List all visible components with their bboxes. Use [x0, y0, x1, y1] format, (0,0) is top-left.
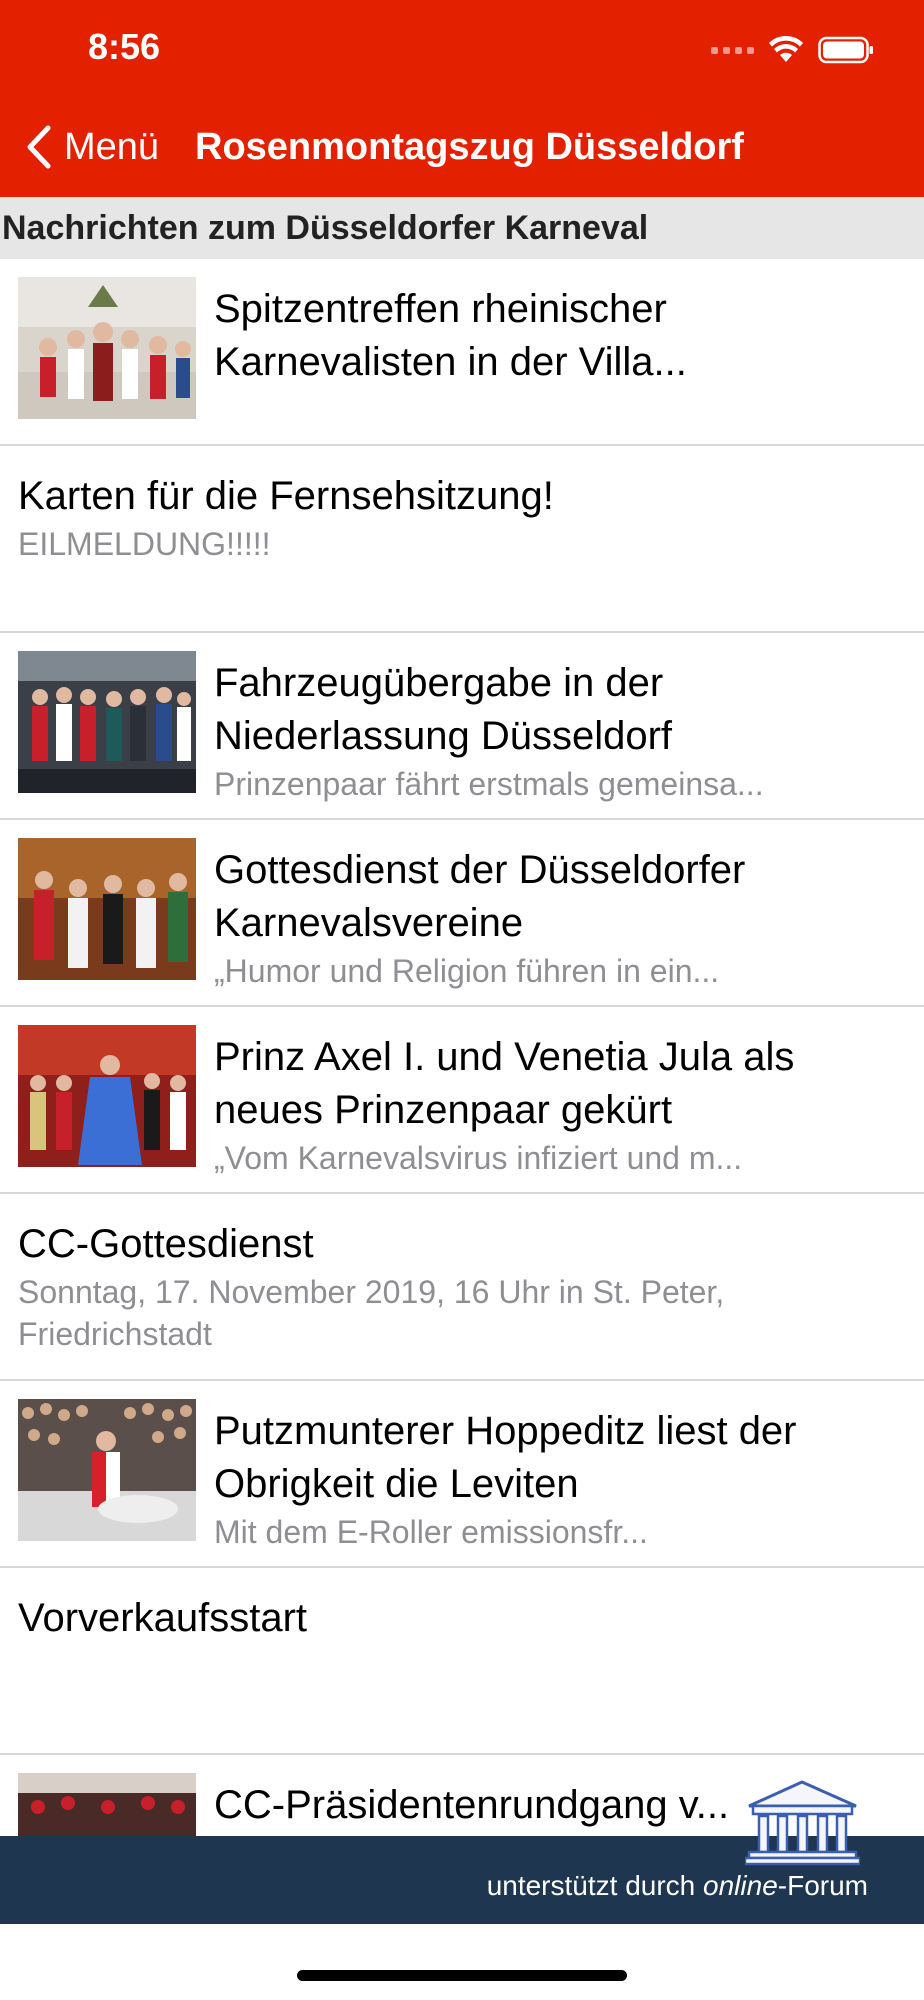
news-item-title: Fahrzeugübergabe in der Niederlassung Dü… — [214, 661, 673, 758]
news-item-subtitle: EILMELDUNG!!!!! — [18, 526, 271, 562]
news-item-subtitle: „Humor und Religion führen in ein... — [214, 953, 720, 989]
news-item-text: CC-Gottesdienst Sonntag, 17. November 20… — [18, 1218, 904, 1355]
news-item-title: Gottesdienst der Düsseldorfer Karnevalsv… — [214, 848, 746, 945]
news-item-text: Spitzentreffen rheinischer Karnevalisten… — [214, 283, 904, 389]
carnival-group-photo — [18, 277, 196, 419]
page-title: Rosenmontagszug Düsseldorf — [195, 126, 744, 168]
news-item[interactable]: Fahrzeugübergabe in der Niederlassung Dü… — [0, 633, 924, 820]
news-item-text: Putzmunterer Hoppeditz liest der Obrigke… — [214, 1405, 904, 1553]
news-item[interactable]: CC-Gottesdienst Sonntag, 17. November 20… — [0, 1194, 924, 1381]
status-icons — [711, 34, 874, 66]
status-time: 8:56 — [88, 26, 161, 67]
vehicle-handover-photo — [18, 651, 196, 793]
news-item-text: Gottesdienst der Düsseldorfer Karnevalsv… — [214, 844, 904, 992]
chevron-left-icon — [27, 125, 51, 169]
news-item-subtitle: Prinzenpaar fährt erstmals gemeinsa... — [214, 766, 764, 802]
news-item-title: CC-Gottesdienst — [18, 1222, 314, 1266]
news-item[interactable]: Karten für die Fernsehsitzung! EILMELDUN… — [0, 446, 924, 633]
news-item[interactable]: Prinz Axel I. und Venetia Jula als neues… — [0, 1007, 924, 1194]
prince-couple-photo — [18, 1025, 196, 1167]
top-bar: 8:56 Menü Rosenmontagszug Düsseldorf — [0, 0, 924, 197]
news-item-title: Putzmunterer Hoppeditz liest der Obrigke… — [214, 1409, 797, 1506]
back-button[interactable]: Menü — [26, 122, 159, 172]
news-item-title: Prinz Axel I. und Venetia Jula als neues… — [214, 1035, 795, 1132]
news-item-text: Karten für die Fernsehsitzung! EILMELDUN… — [18, 470, 904, 565]
sponsor-prefix: unterstützt durch — [486, 1870, 704, 1901]
sponsor-brand-suffix: -Forum — [777, 1870, 868, 1901]
cellular-signal-icon — [711, 46, 754, 54]
navigation-bar: Menü Rosenmontagszug Düsseldorf — [0, 112, 924, 182]
news-item-text: Prinz Axel I. und Venetia Jula als neues… — [214, 1031, 904, 1179]
hall-audience-photo — [18, 1773, 196, 1836]
home-indicator[interactable] — [297, 1970, 627, 1981]
news-item-title: Vorverkaufsstart — [18, 1596, 308, 1640]
section-title: Nachrichten zum Düsseldorfer Karneval — [2, 209, 649, 247]
news-item[interactable]: Putzmunterer Hoppeditz liest der Obrigke… — [0, 1381, 924, 1568]
news-item[interactable]: Vorverkaufsstart — [0, 1568, 924, 1755]
sponsor-text: unterstützt durch online-Forum — [487, 1870, 868, 1902]
news-item-subtitle: Sonntag, 17. November 2019, 16 Uhr in St… — [18, 1274, 725, 1352]
news-item-text: Fahrzeugübergabe in der Niederlassung Dü… — [214, 657, 904, 805]
news-item[interactable]: Spitzentreffen rheinischer Karnevalisten… — [0, 259, 924, 446]
news-item[interactable]: Gottesdienst der Düsseldorfer Karnevalsv… — [0, 820, 924, 1007]
section-header: Nachrichten zum Düsseldorfer Karneval — [0, 197, 924, 259]
news-item-subtitle: Mit dem E-Roller emissionsfr... — [214, 1514, 648, 1550]
sponsor-brand-italic: online — [703, 1870, 778, 1901]
temple-logo-icon — [745, 1780, 860, 1866]
wifi-icon — [769, 36, 803, 62]
news-item-subtitle: „Vom Karnevalsvirus infiziert und m... — [214, 1140, 743, 1176]
news-item-title: Spitzentreffen rheinischer Karnevalisten… — [214, 287, 687, 384]
news-list[interactable]: Spitzentreffen rheinischer Karnevalisten… — [0, 259, 924, 1836]
news-item-text: Vorverkaufsstart — [18, 1592, 904, 1645]
hoppeditz-crowd-photo — [18, 1399, 196, 1541]
battery-icon — [818, 36, 873, 64]
church-service-photo — [18, 838, 196, 980]
back-label: Menü — [64, 125, 160, 168]
news-item-title: Karten für die Fernsehsitzung! — [18, 474, 554, 518]
